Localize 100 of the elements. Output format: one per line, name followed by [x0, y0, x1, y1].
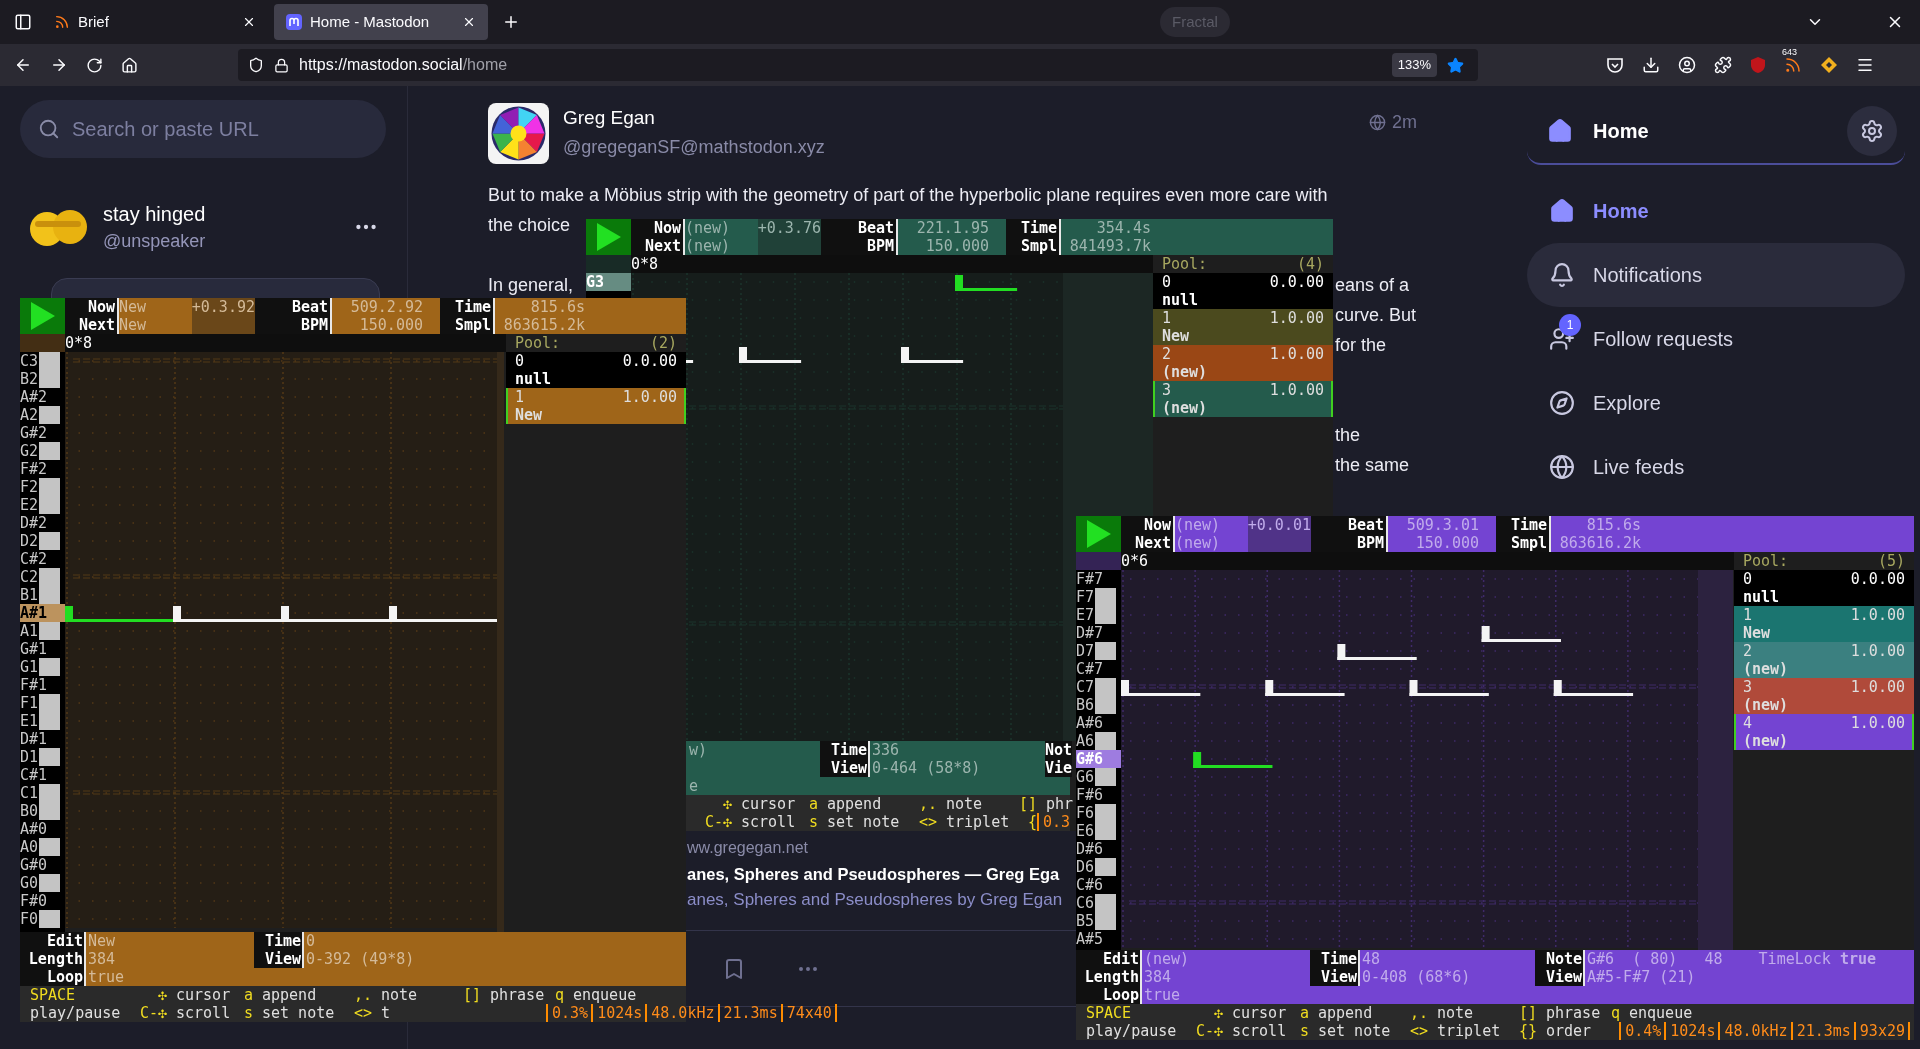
note-label[interactable]: F#2	[20, 460, 48, 478]
note-label[interactable]: F1	[20, 694, 39, 712]
note-label[interactable]: C#2	[20, 550, 48, 568]
note-label[interactable]: F#1	[20, 676, 48, 694]
note-label[interactable]: C1	[20, 784, 39, 802]
note-label[interactable]: E6	[1076, 822, 1095, 840]
link-site[interactable]: ww.gregegan.net	[687, 836, 808, 860]
note-label[interactable]: B0	[20, 802, 39, 820]
nav-item[interactable]: 1 Follow requests	[1527, 307, 1905, 371]
note-label[interactable]: A6	[1076, 732, 1095, 750]
note-label[interactable]: B6	[1076, 696, 1095, 714]
note-label[interactable]: G#0	[20, 856, 48, 874]
note-label[interactable]: C6	[1076, 894, 1095, 912]
note-label[interactable]: A1	[20, 622, 39, 640]
pool-entry[interactable]: 4 1.0.00 (new)	[1734, 714, 1914, 750]
pocket-icon[interactable]	[1606, 56, 1624, 74]
note-label[interactable]: A#5	[1076, 930, 1104, 948]
note-label[interactable]: D1	[20, 748, 39, 766]
pool-entry[interactable]: 0 0.0.00 null	[1153, 273, 1333, 309]
note-label[interactable]: C#1	[20, 766, 48, 784]
pool-entry[interactable]: 3 1.0.00 (new)	[1153, 381, 1333, 417]
note-label[interactable]: F#7	[1076, 570, 1104, 588]
note-label[interactable]: F#0	[20, 892, 48, 910]
note-label[interactable]: D#6	[1076, 840, 1104, 858]
note-label[interactable]: A0	[20, 838, 39, 856]
note-label[interactable]: B5	[1076, 912, 1095, 930]
author-handle[interactable]: @gregeganSF@mathstodon.xyz	[563, 133, 1369, 161]
sidebar-icon[interactable]	[14, 13, 32, 31]
browser-tab[interactable]: Home - Mastodon	[274, 4, 488, 40]
url-field[interactable]: https://mastodon.social/home 133%	[238, 49, 1478, 81]
note-label[interactable]: D#7	[1076, 624, 1104, 642]
note-label[interactable]: C#7	[1076, 660, 1104, 678]
new-tab-icon[interactable]	[502, 13, 520, 31]
note-label[interactable]: A#6	[1076, 714, 1104, 732]
nav-item[interactable]: Explore	[1527, 371, 1905, 435]
note-label[interactable]: G#1	[20, 640, 48, 658]
play-button[interactable]	[586, 219, 631, 255]
link-title[interactable]: anes, Spheres and Pseudospheres — Greg Ega	[687, 860, 1060, 888]
account-icon[interactable]	[1678, 56, 1696, 74]
pool-entry[interactable]: 1 1.0.00 New	[506, 388, 686, 424]
pool-entry[interactable]: 0 0.0.00 null	[506, 352, 686, 388]
post-time[interactable]: 2m	[1392, 109, 1417, 136]
search-input[interactable]: Search or paste URL	[72, 114, 368, 144]
search-field[interactable]: Search or paste URL	[20, 100, 386, 158]
close-icon[interactable]	[462, 15, 476, 29]
menu-icon[interactable]	[1856, 56, 1874, 74]
pool-entry[interactable]: 2 1.0.00 (new)	[1153, 345, 1333, 381]
browser-tab[interactable]: Brief	[42, 4, 268, 40]
note-label[interactable]: E2	[20, 496, 39, 514]
home-icon[interactable]	[121, 56, 138, 74]
note-label[interactable]: A#1	[20, 604, 65, 622]
download-icon[interactable]	[1642, 56, 1660, 74]
note-label[interactable]: D#1	[20, 730, 48, 748]
note-label[interactable]: A#2	[20, 388, 48, 406]
note-label[interactable]: A2	[20, 406, 39, 424]
zoom-level[interactable]: 133%	[1391, 53, 1437, 77]
play-button[interactable]	[20, 298, 65, 334]
note-label[interactable]: F#6	[1076, 786, 1104, 804]
settings-button[interactable]	[1847, 105, 1897, 156]
note-label[interactable]: D6	[1076, 858, 1095, 876]
close-icon[interactable]	[242, 15, 256, 29]
lock-icon[interactable]	[274, 57, 289, 73]
note-label[interactable]: F7	[1076, 588, 1095, 606]
pool-entry[interactable]: 1 1.0.00 New	[1153, 309, 1333, 345]
shield-icon[interactable]	[248, 57, 264, 73]
back-icon[interactable]	[14, 56, 32, 74]
link-description[interactable]: anes, Spheres and Pseudospheres by Greg Egan	[687, 888, 1063, 912]
note-label[interactable]: A#0	[20, 820, 48, 838]
note-label[interactable]: C2	[20, 568, 39, 586]
pool-entry[interactable]: 3 1.0.00 (new)	[1734, 678, 1914, 714]
note-label[interactable]: G3	[586, 273, 605, 291]
note-label[interactable]: D#2	[20, 514, 48, 532]
forward-icon[interactable]	[50, 56, 68, 74]
nav-item[interactable]: Notifications	[1527, 243, 1905, 307]
note-label[interactable]: C3	[20, 352, 39, 370]
play-button[interactable]	[1076, 516, 1121, 552]
nav-item[interactable]: Live feeds	[1527, 435, 1905, 499]
note-label[interactable]: F2	[20, 478, 39, 496]
star-icon[interactable]	[1447, 56, 1464, 74]
note-label[interactable]: F6	[1076, 804, 1095, 822]
note-label[interactable]: G2	[20, 442, 39, 460]
note-label[interactable]: C7	[1076, 678, 1095, 696]
extensions-icon[interactable]	[1714, 56, 1732, 74]
note-label[interactable]: C#6	[1076, 876, 1104, 894]
note-label[interactable]: D7	[1076, 642, 1095, 660]
note-label[interactable]: D2	[20, 532, 39, 550]
reload-icon[interactable]	[86, 56, 103, 74]
pool-entry[interactable]: 0 0.0.00 null	[1734, 570, 1914, 606]
rss-icon[interactable]	[1784, 56, 1802, 74]
note-label[interactable]: E1	[20, 712, 39, 730]
diamond-icon[interactable]	[1820, 56, 1838, 74]
note-label[interactable]: B1	[20, 586, 39, 604]
note-label[interactable]: E7	[1076, 606, 1095, 624]
note-label[interactable]: G0	[20, 874, 39, 892]
note-label[interactable]: G6	[1076, 768, 1095, 786]
pool-entry[interactable]: 1 1.0.00 New	[1734, 606, 1914, 642]
nav-item[interactable]: Home	[1527, 179, 1905, 243]
author-name[interactable]: Greg Egan	[563, 103, 1369, 133]
note-label[interactable]: G#2	[20, 424, 48, 442]
note-label[interactable]: G1	[20, 658, 39, 676]
